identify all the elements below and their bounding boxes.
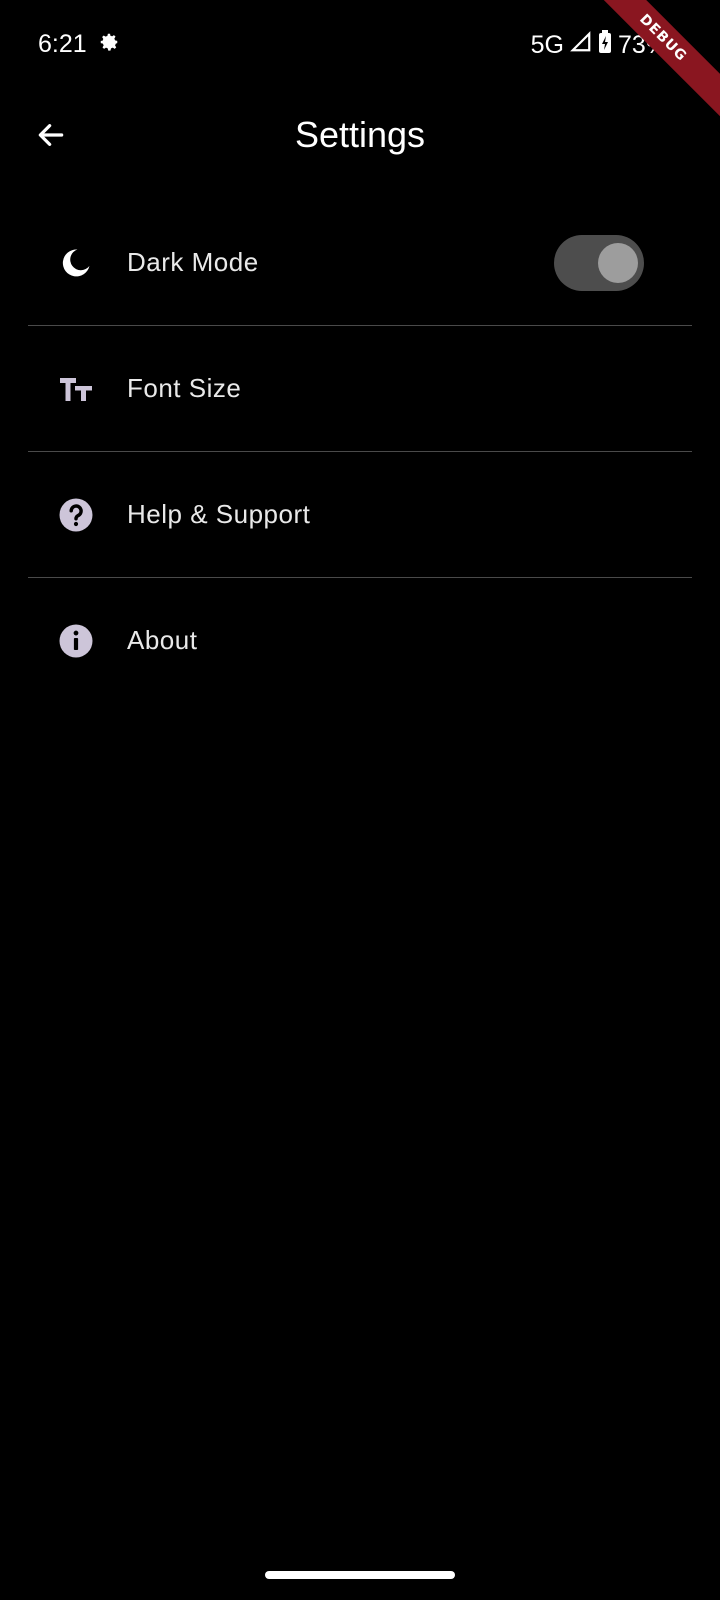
settings-item-help-support[interactable]: Help & Support bbox=[28, 452, 692, 578]
signal-icon bbox=[570, 31, 592, 60]
settings-item-font-size[interactable]: Font Size bbox=[28, 326, 692, 452]
battery-charging-icon bbox=[598, 30, 612, 61]
toggle-thumb bbox=[598, 242, 638, 283]
moon-icon bbox=[58, 245, 94, 281]
text-size-icon bbox=[58, 371, 94, 407]
settings-item-about[interactable]: About bbox=[28, 578, 692, 703]
home-indicator[interactable] bbox=[265, 1571, 455, 1579]
settings-gear-status-icon bbox=[98, 31, 120, 58]
info-icon bbox=[58, 623, 94, 659]
status-bar: 6:21 5G 73% bbox=[0, 0, 720, 90]
settings-item-label: About bbox=[127, 625, 198, 655]
settings-item-label: Help & Support bbox=[127, 499, 311, 529]
settings-list: Dark Mode Font Size Help & Support About bbox=[28, 200, 692, 703]
settings-item-dark-mode[interactable]: Dark Mode bbox=[28, 200, 692, 326]
settings-item-label: Font Size bbox=[127, 373, 242, 403]
help-circle-icon bbox=[58, 497, 94, 533]
app-bar: Settings bbox=[0, 90, 720, 180]
page-title: Settings bbox=[294, 114, 426, 155]
network-label: 5G bbox=[530, 31, 564, 59]
status-time: 6:21 bbox=[38, 30, 87, 58]
settings-item-label: Dark Mode bbox=[127, 247, 259, 277]
dark-mode-toggle[interactable] bbox=[554, 234, 644, 291]
